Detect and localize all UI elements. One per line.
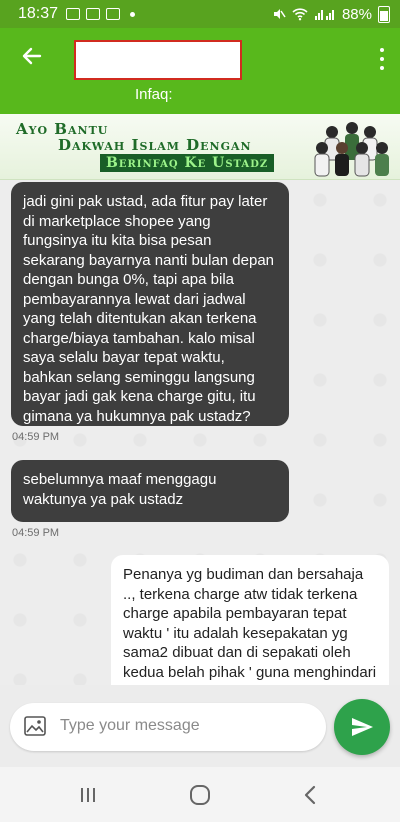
- status-time: 18:37: [18, 5, 59, 22]
- message-bubble-outgoing[interactable]: Penanya yg budiman dan bersahaja .., ter…: [111, 555, 389, 685]
- menu-dot-icon: [380, 57, 384, 61]
- chat-subtitle: Infaq:: [135, 86, 173, 103]
- media-icon: [106, 8, 121, 20]
- banner-line-2: Dakwah Islam Dengan: [58, 136, 252, 154]
- more-options-button[interactable]: [378, 48, 386, 70]
- home-icon[interactable]: [186, 781, 214, 809]
- system-nav-bar: [0, 767, 400, 822]
- message-time: 04:59 PM: [12, 431, 60, 443]
- battery-icon: [378, 5, 390, 23]
- gallery-icon: [66, 8, 81, 20]
- message-text: jadi gini pak ustad, ada fitur pay later…: [23, 193, 275, 425]
- contact-name-redacted: [74, 40, 242, 80]
- message-placeholder: Type your message: [60, 717, 200, 734]
- back-button[interactable]: [18, 44, 46, 72]
- message-time: 04:59 PM: [12, 527, 60, 539]
- recent-apps-icon[interactable]: [74, 781, 102, 809]
- signal-icon: [314, 10, 334, 20]
- send-icon: [352, 718, 373, 736]
- back-nav-icon[interactable]: [297, 781, 325, 809]
- message-text: sebelumnya maaf menggagu waktunya ya pak…: [23, 471, 217, 508]
- message-bubble-incoming[interactable]: jadi gini pak ustad, ada fitur pay later…: [11, 182, 289, 426]
- send-button[interactable]: [334, 699, 390, 755]
- ustadz-figures-illustration: [314, 122, 389, 177]
- notification-icons: [66, 8, 136, 20]
- wifi-icon: [292, 8, 308, 21]
- menu-dot-icon: [380, 48, 384, 52]
- status-bar: 18:37 88%: [0, 0, 400, 28]
- message-bubble-incoming[interactable]: sebelumnya maaf menggagu waktunya ya pak…: [11, 460, 289, 522]
- menu-dot-icon: [380, 66, 384, 70]
- chat-messages[interactable]: jadi gini pak ustad, ada fitur pay later…: [0, 180, 400, 685]
- banner-line-3: Berinfaq Ke Ustadz: [100, 154, 275, 172]
- message-text: Penanya yg budiman dan bersahaja .., ter…: [123, 566, 377, 685]
- laptop-icon: [86, 8, 101, 20]
- composer: Type your message: [0, 685, 400, 767]
- mute-icon: [273, 9, 286, 19]
- more-dot-icon: [130, 11, 136, 17]
- message-input[interactable]: Type your message: [10, 703, 326, 751]
- battery-percent: 88%: [341, 5, 372, 23]
- app-bar: Infaq:: [0, 28, 400, 114]
- infaq-banner[interactable]: Ayo Bantu Dakwah Islam Dengan Berinfaq K…: [0, 114, 400, 180]
- arrow-left-icon: [22, 47, 42, 65]
- attach-image-icon[interactable]: [24, 716, 46, 736]
